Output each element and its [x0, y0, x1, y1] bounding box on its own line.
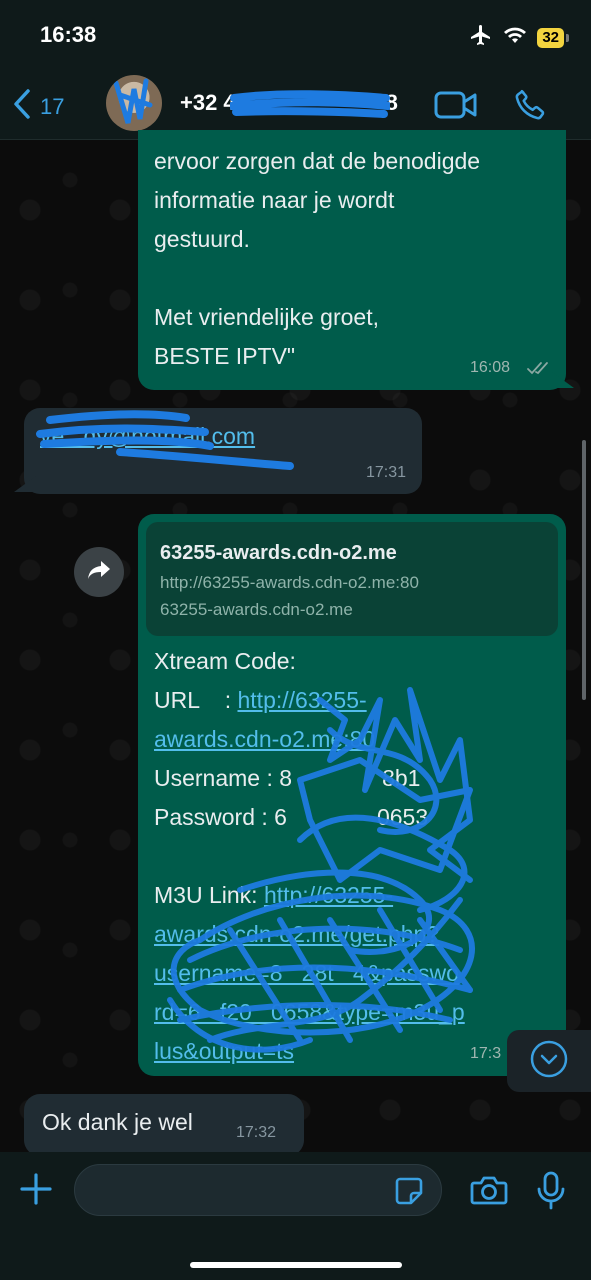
link-preview[interactable]: 63255-awards.cdn-o2.me http://63255-awar…: [146, 522, 558, 636]
camera-button[interactable]: [470, 1174, 508, 1211]
video-call-button[interactable]: [434, 90, 478, 125]
message-time: 16:08: [470, 359, 511, 376]
username-line: Username : 8 8b1: [154, 765, 421, 791]
video-camera-icon: [434, 91, 478, 124]
input-bar: [0, 1152, 591, 1280]
message-bubble-outgoing[interactable]: ervoor zorgen dat de benodigde informati…: [138, 130, 566, 390]
avatar[interactable]: [106, 75, 162, 131]
phone-icon: [512, 89, 548, 127]
status-icons: 32: [469, 23, 569, 52]
link-preview-domain: 63255-awards.cdn-o2.me: [160, 600, 353, 619]
back-count: 17: [40, 94, 65, 119]
read-receipt-icon: [526, 360, 552, 381]
message-time: 17:31: [365, 464, 406, 481]
status-bar: 16:38 32: [0, 0, 591, 70]
m3u-label: M3U Link:: [154, 882, 264, 908]
voice-call-button[interactable]: [512, 87, 548, 128]
sticker-button[interactable]: [394, 1176, 424, 1211]
message-time: 17:3: [470, 1045, 502, 1062]
xtream-label: Xtream Code:: [154, 648, 296, 674]
forward-button[interactable]: [74, 547, 124, 597]
scroll-down-button[interactable]: [507, 1030, 591, 1092]
message-bubble-incoming[interactable]: Ok dank je wel 17:32: [24, 1094, 304, 1156]
message-text: ervoor zorgen dat de benodigde informati…: [154, 148, 481, 369]
m3u-link[interactable]: http://63255- awards.cdn-o2.me/get.php? …: [154, 882, 465, 1064]
contact-name-redaction: [230, 90, 390, 118]
attach-button[interactable]: [18, 1171, 54, 1212]
link-preview-title: 63255-awards.cdn-o2.me: [160, 542, 397, 564]
link-preview-url: http://63255-awards.cdn-o2.me:80: [160, 573, 419, 592]
camera-icon: [470, 1176, 508, 1210]
email-link[interactable]: ve dy@hotmail.com: [40, 417, 255, 456]
message-text: Ok dank je wel: [42, 1109, 193, 1135]
chevron-left-icon: [12, 88, 32, 126]
forward-icon: [86, 559, 112, 586]
message-input[interactable]: [74, 1164, 442, 1216]
home-indicator: [190, 1262, 402, 1268]
battery-indicator: 32: [537, 27, 569, 48]
password-line: Password : 6 0653: [154, 804, 429, 830]
message-time: 17:32: [236, 1124, 277, 1141]
wifi-icon: [503, 25, 527, 50]
scrollbar[interactable]: [582, 440, 586, 700]
microphone-button[interactable]: [536, 1171, 566, 1216]
microphone-icon: [536, 1171, 566, 1215]
battery-nub: [566, 33, 569, 42]
airplane-icon: [469, 23, 493, 52]
avatar-redaction: [113, 78, 153, 124]
chevron-down-icon: [529, 1039, 569, 1084]
back-button[interactable]: 17: [12, 88, 64, 126]
status-time: 16:38: [40, 22, 97, 47]
plus-icon: [18, 1173, 54, 1211]
contact-name-prefix: +32 4: [180, 90, 236, 115]
message-bubble-incoming[interactable]: ve dy@hotmail.com 17:31: [24, 408, 422, 494]
message-text: Xtream Code: URL : http://63255- awards.…: [154, 642, 558, 1071]
battery-level: 32: [537, 27, 564, 48]
sticker-icon: [394, 1177, 424, 1210]
url-label: URL :: [154, 687, 238, 713]
message-bubble-outgoing[interactable]: 63255-awards.cdn-o2.me http://63255-awar…: [138, 514, 566, 1076]
